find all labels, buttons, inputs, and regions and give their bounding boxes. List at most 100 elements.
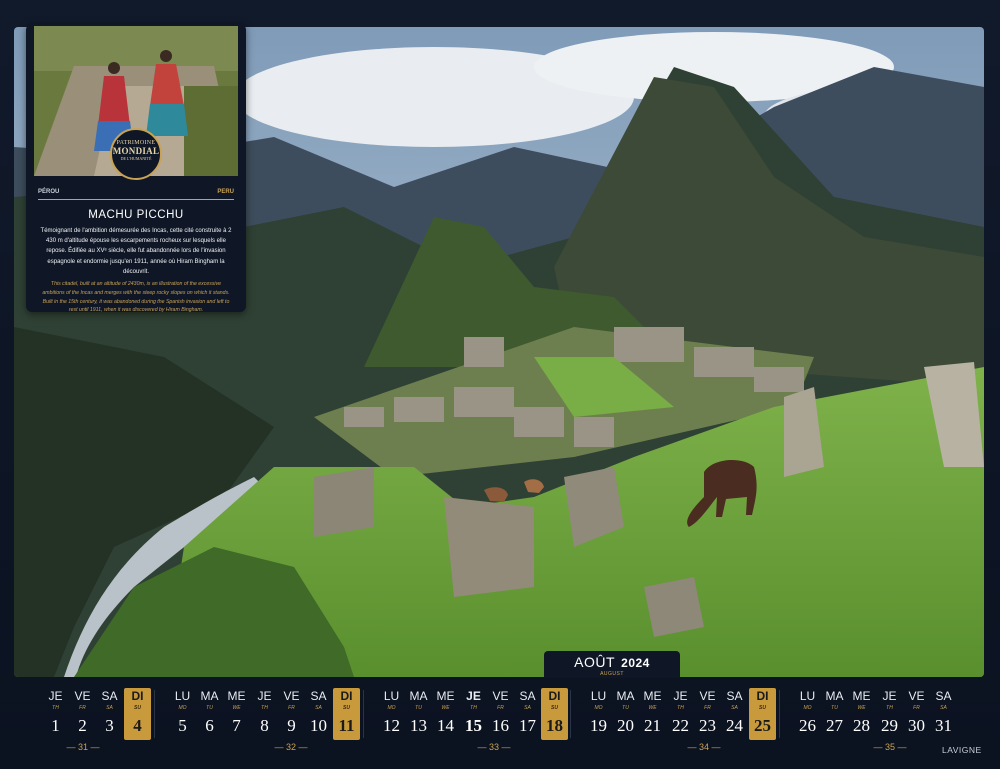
day-cell: JE TH 1	[42, 688, 69, 740]
day-abbr-en: SA	[315, 705, 322, 711]
day-abbr-en: WE	[441, 705, 450, 711]
day-number: 24	[726, 716, 743, 735]
country-en: PERU	[217, 189, 234, 195]
day-number: 19	[590, 716, 607, 735]
day-number: 5	[178, 716, 187, 735]
day-abbr: MA	[200, 689, 219, 703]
day-abbr-en: TU	[206, 705, 213, 711]
month-year: 2024	[621, 656, 650, 670]
photo-credit	[18, 605, 24, 665]
day-abbr: MA	[825, 689, 844, 703]
day-cell: SA SA 31	[930, 688, 957, 740]
day-abbr: VE	[74, 689, 91, 703]
month-title: AOÛT 2024	[544, 654, 680, 670]
day-abbr-en: TH	[261, 705, 268, 711]
day-number: 3	[105, 716, 114, 735]
day-number: 20	[617, 716, 634, 735]
day-abbr: ME	[436, 689, 455, 703]
day-cell: ME WE 28	[848, 688, 875, 740]
day-cell: VE FR 9	[278, 688, 305, 740]
day-number: 26	[799, 716, 816, 735]
day-abbr-en: TU	[622, 705, 629, 711]
day-number: 29	[881, 716, 898, 735]
card-description-en: This citadel, built at an altitude of 24…	[42, 281, 230, 312]
day-abbr: LU	[383, 689, 400, 703]
day-number: 13	[410, 716, 427, 735]
day-abbr-en: TH	[52, 705, 59, 711]
day-abbr: VE	[492, 689, 509, 703]
day-number: 31	[935, 716, 952, 735]
week-separator	[154, 690, 155, 738]
day-abbr: LU	[590, 689, 607, 703]
day-abbr-en: FR	[497, 705, 504, 711]
day-abbr-en: TH	[470, 705, 477, 711]
week-number-text: 34	[698, 742, 709, 752]
day-abbr: SA	[310, 689, 327, 703]
day-abbr-en: FR	[288, 705, 295, 711]
day-number: 12	[383, 716, 400, 735]
country-row: PÉROU PERU	[38, 189, 234, 195]
day-cell: MA TU 6	[196, 688, 223, 740]
day-abbr-en: SU	[134, 705, 141, 711]
day-abbr-en: FR	[79, 705, 86, 711]
day-abbr-en: TH	[677, 705, 684, 711]
day-abbr: MA	[409, 689, 428, 703]
month-name: AOÛT	[574, 654, 615, 670]
day-number: 10	[310, 716, 327, 735]
week-separator	[779, 690, 780, 738]
week-number-text: 33	[488, 742, 499, 752]
month-name-en: AUGUST	[600, 671, 624, 677]
day-abbr: ME	[643, 689, 662, 703]
day-number: 4	[133, 716, 142, 735]
day-cell: VE FR 30	[903, 688, 930, 740]
day-cell: LU MO 19	[585, 688, 612, 740]
card-title: MACHU PICCHU	[88, 209, 184, 221]
week-number: — 31 —	[66, 742, 100, 752]
day-abbr-en: SA	[731, 705, 738, 711]
day-number: 8	[260, 716, 269, 735]
day-abbr: JE	[48, 689, 63, 703]
day-number: 30	[908, 716, 925, 735]
info-card: PATRIMOINE MONDIAL DE L'HUMANITÉ PÉROU P…	[26, 24, 246, 312]
day-abbr-en: FR	[704, 705, 711, 711]
day-abbr: SA	[519, 689, 536, 703]
day-abbr: SA	[935, 689, 952, 703]
day-abbr: DI	[131, 689, 144, 703]
day-abbr-en: MO	[178, 705, 187, 711]
week-number-text: 35	[884, 742, 895, 752]
day-number: 15	[465, 716, 482, 735]
day-number: 14	[437, 716, 454, 735]
day-abbr: ME	[852, 689, 871, 703]
day-cell: SA SA 3	[96, 688, 123, 740]
day-abbr: JE	[882, 689, 897, 703]
day-cell: MA TU 20	[612, 688, 639, 740]
country-fr: PÉROU	[38, 189, 60, 195]
day-number: 21	[644, 716, 661, 735]
day-abbr: JE	[257, 689, 272, 703]
week-number: — 33 —	[477, 742, 511, 752]
day-cell: VE FR 2	[69, 688, 96, 740]
day-abbr-en: SU	[551, 705, 558, 711]
day-abbr-en: SA	[106, 705, 113, 711]
day-abbr: VE	[699, 689, 716, 703]
day-abbr-en: MO	[387, 705, 396, 711]
seal-bottom-text: DE L'HUMANITÉ	[120, 156, 152, 161]
day-number: 1	[51, 716, 60, 735]
day-abbr: DI	[340, 689, 353, 703]
day-number: 27	[826, 716, 843, 735]
day-abbr: MA	[616, 689, 635, 703]
day-abbr-en: SU	[343, 705, 350, 711]
week-separator	[363, 690, 364, 738]
day-number: 28	[853, 716, 870, 735]
day-number: 17	[519, 716, 536, 735]
day-abbr: LU	[174, 689, 191, 703]
day-cell: SA SA 10	[305, 688, 332, 740]
week-number: — 34 —	[687, 742, 721, 752]
day-cell: VE FR 23	[694, 688, 721, 740]
day-abbr-en: SA	[940, 705, 947, 711]
day-cell: DI SU 11	[333, 688, 360, 740]
card-divider	[38, 199, 234, 200]
day-cell: JE TH 15	[460, 688, 487, 740]
day-abbr: VE	[283, 689, 300, 703]
day-abbr: LU	[799, 689, 816, 703]
